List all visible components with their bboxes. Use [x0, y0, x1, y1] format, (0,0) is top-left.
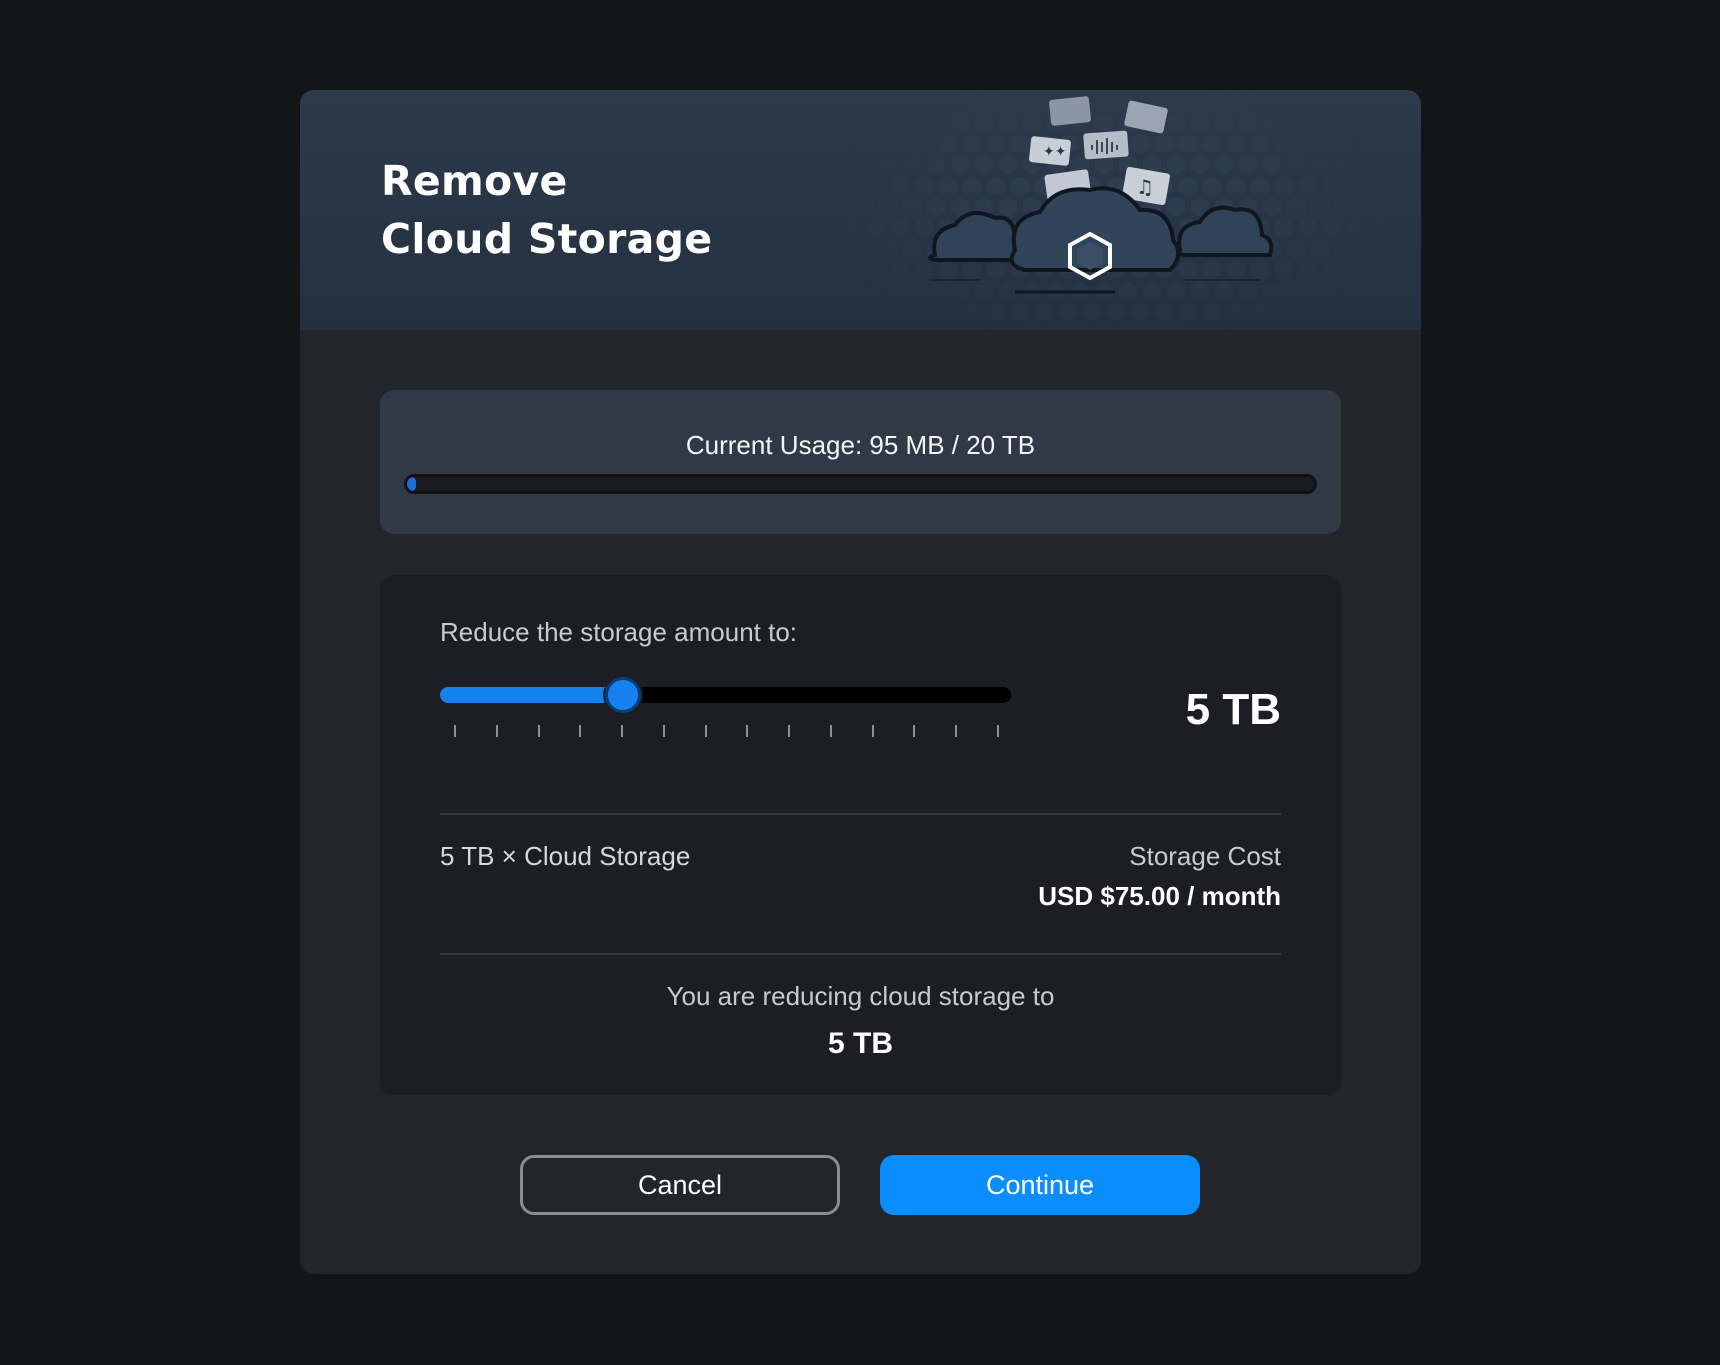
cancel-button[interactable]: Cancel	[520, 1155, 840, 1215]
reduce-storage-card: Reduce the storage amount to: 5 TB 5 TB …	[380, 575, 1341, 1095]
slider-tick	[788, 725, 791, 737]
slider-tick	[913, 725, 916, 737]
slider-tick	[454, 725, 456, 737]
svg-text:♫: ♫	[1136, 175, 1154, 199]
usage-progress-fill	[407, 477, 417, 491]
slider-tick	[829, 725, 832, 737]
storage-cost-label: Storage Cost	[1129, 841, 1281, 871]
slider-tick	[746, 725, 749, 737]
slider-tick	[997, 725, 999, 737]
reduction-summary-text: You are reducing cloud storage to	[666, 981, 1055, 1011]
dialog-header: Remove Cloud Storage ✦✦ ♫	[300, 90, 1421, 330]
line-item-description: 5 TB × Cloud Storage	[440, 841, 691, 871]
slider-tick	[704, 725, 707, 737]
slider-tick	[955, 725, 958, 737]
slider-tick	[537, 725, 540, 737]
storage-amount-slider[interactable]	[440, 677, 1011, 713]
slider-tick	[495, 725, 498, 737]
slider-thumb[interactable]	[604, 677, 641, 713]
dialog-title-line1: Remove	[381, 157, 568, 205]
reduce-storage-label: Reduce the storage amount to:	[440, 617, 798, 647]
divider	[440, 953, 1281, 955]
storage-cost-value: USD $75.00 / month	[1038, 881, 1281, 911]
usage-progress-bar	[404, 474, 1317, 494]
current-usage-card: Current Usage: 95 MB / 20 TB	[380, 390, 1341, 534]
slider-fill	[440, 687, 623, 703]
slider-ticks	[440, 725, 1011, 739]
divider	[440, 813, 1281, 815]
slider-tick	[871, 725, 874, 737]
slider-tick	[579, 725, 582, 737]
slider-tick	[662, 725, 665, 737]
cloud-storage-illustration: ✦✦ ♫	[840, 90, 1380, 330]
remove-cloud-storage-dialog: Remove Cloud Storage ✦✦ ♫ Current Usage:…	[300, 90, 1421, 1274]
svg-text:✦✦: ✦✦	[1043, 144, 1067, 160]
current-usage-text: Current Usage: 95 MB / 20 TB	[685, 430, 1036, 460]
reduction-summary-value: 5 TB	[827, 1027, 893, 1060]
dialog-title: Remove Cloud Storage	[381, 152, 712, 268]
selected-storage-value: 5 TB	[1185, 685, 1281, 734]
slider-tick	[621, 725, 624, 737]
dialog-title-line2: Cloud Storage	[381, 215, 713, 263]
continue-button[interactable]: Continue	[880, 1155, 1200, 1215]
